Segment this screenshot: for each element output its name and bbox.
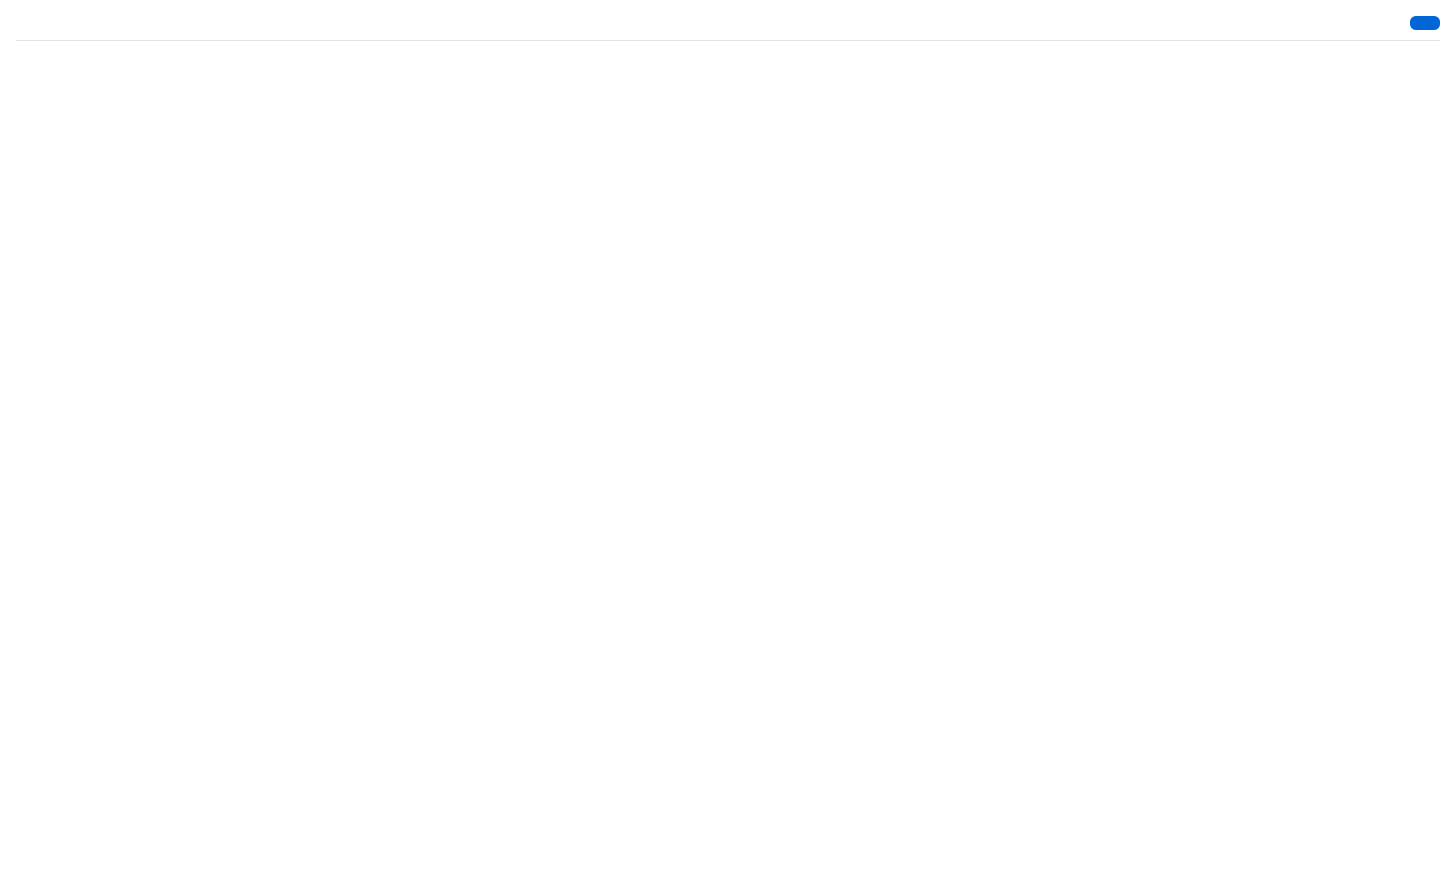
send-pull-request-button[interactable] <box>1410 16 1440 30</box>
page-header <box>16 16 1440 41</box>
